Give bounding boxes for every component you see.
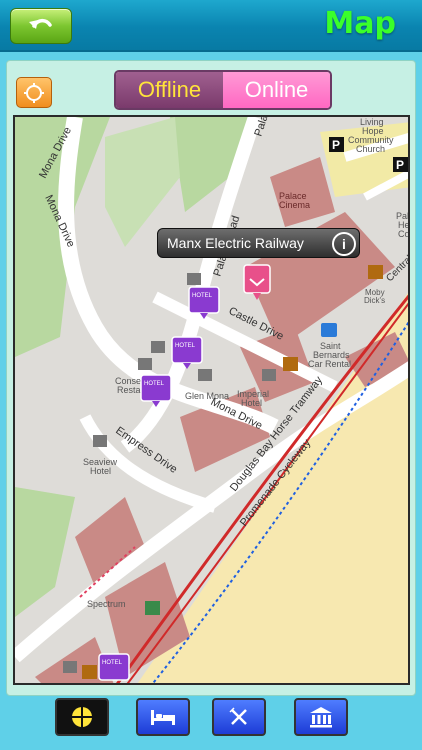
place-label: Resta — [117, 385, 141, 395]
callout-title: Manx Electric Railway — [167, 235, 304, 251]
place-label: Dick's — [364, 296, 385, 305]
map-view[interactable]: Mona Drive Mona Drive Palace Road Pala C… — [13, 115, 410, 685]
svg-text:HOTEL: HOTEL — [102, 660, 123, 666]
tab-attractions[interactable] — [294, 698, 348, 736]
car-rental-icon[interactable] — [321, 323, 337, 337]
page-title: Map — [324, 6, 396, 41]
map-callout[interactable]: Manx Electric Railway i — [157, 228, 360, 258]
place-label: Hotel — [241, 398, 262, 408]
offline-online-toggle: Offline Online — [114, 70, 332, 110]
restaurant-icon[interactable] — [283, 357, 298, 371]
place-label: Glen Mona — [185, 391, 229, 401]
fork-knife-icon — [229, 707, 247, 725]
place-label: Cinema — [279, 200, 310, 210]
bed-icon — [151, 710, 175, 725]
tab-restaurants[interactable] — [212, 698, 266, 736]
offline-tab[interactable]: Offline — [116, 72, 223, 108]
place-label: Hotel — [90, 466, 111, 476]
place-label: Co — [398, 229, 410, 239]
hotel-small-icon[interactable] — [198, 369, 212, 381]
back-arrow-icon — [29, 18, 52, 29]
info-icon[interactable]: i — [332, 232, 356, 256]
hotel-small-icon[interactable] — [138, 358, 152, 370]
crosshair-icon — [72, 707, 92, 727]
hotel-small-icon[interactable] — [93, 435, 107, 447]
hotel-small-icon[interactable] — [63, 661, 77, 673]
locate-button[interactable] — [16, 77, 52, 108]
svg-text:P: P — [332, 138, 340, 152]
place-label: Car Rental — [308, 359, 351, 369]
hotel-small-icon[interactable] — [187, 273, 201, 285]
restaurant-icon[interactable] — [368, 265, 383, 279]
hotel-marker-icon[interactable]: HOTEL — [98, 653, 130, 681]
top-bar: Map — [0, 0, 422, 52]
svg-text:HOTEL: HOTEL — [175, 343, 196, 349]
place-label: Church — [356, 144, 385, 154]
target-locate-icon — [24, 82, 44, 103]
museum-icon — [310, 707, 332, 728]
back-button[interactable] — [10, 8, 72, 44]
tab-map[interactable] — [55, 698, 109, 736]
hotel-small-icon[interactable] — [151, 341, 165, 353]
svg-text:HOTEL: HOTEL — [192, 293, 213, 299]
place-label: Spectrum — [87, 599, 126, 609]
svg-text:HOTEL: HOTEL — [144, 381, 165, 387]
phone-icon[interactable] — [145, 601, 160, 615]
svg-text:P: P — [396, 158, 404, 172]
online-tab[interactable]: Online — [223, 72, 330, 108]
parking-icon[interactable]: P — [329, 137, 344, 152]
restaurant-icon[interactable] — [82, 665, 97, 679]
tab-hotels[interactable] — [136, 698, 190, 736]
park-green-area — [15, 487, 75, 617]
parking-icon[interactable]: P — [393, 157, 408, 172]
hotel-small-icon[interactable] — [262, 369, 276, 381]
